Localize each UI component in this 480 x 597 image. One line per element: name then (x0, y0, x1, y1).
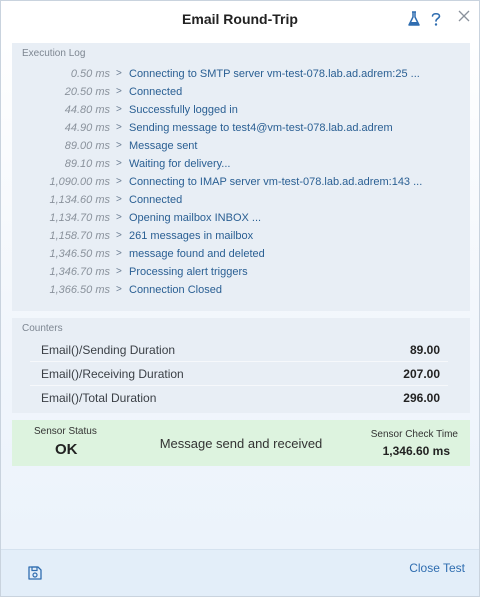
chevron-right-icon: > (116, 68, 122, 79)
log-entry: 0.50 ms > Connecting to SMTP server vm-tes… (12, 65, 470, 83)
chevron-right-icon: > (116, 122, 122, 133)
chevron-right-icon: > (116, 266, 122, 277)
log-time: 1,134.70 ms (49, 212, 110, 224)
log-message: Opening mailbox INBOX ... (129, 212, 262, 224)
log-entry: 1,158.70 ms >261 messages in mailbox (12, 227, 470, 245)
log-message: message found and deleted (129, 248, 265, 260)
log-time: 44.90 ms (64, 122, 110, 134)
log-time: 44.80 ms (64, 104, 110, 116)
chevron-right-icon: > (116, 284, 122, 295)
sensor-check-time-value: 1,346.60 ms (382, 444, 450, 458)
log-time: 1,090.00 ms (49, 176, 110, 188)
close-icon[interactable] (457, 8, 471, 24)
log-entry: 89.10 ms > Waiting for delivery... (12, 155, 470, 173)
log-entry: 20.50 ms > Connected (12, 83, 470, 101)
log-time: 89.00 ms (64, 140, 110, 152)
close-test-button[interactable]: Close Test (409, 561, 465, 575)
log-time: 1,346.70 ms (49, 266, 110, 278)
counter-label: Email()/Total Duration (41, 391, 157, 405)
log-message: Connected (129, 86, 183, 98)
log-entry: 1,090.00 ms > Connecting to IMAP server vm… (12, 173, 470, 191)
log-message: Connection Closed (129, 284, 222, 296)
log-message: Successfully logged in (129, 104, 238, 116)
log-entry: 1,134.60 ms > Connected (12, 191, 470, 209)
counter-label: Email()/Sending Duration (41, 343, 176, 357)
counter-value: 207.00 (403, 367, 440, 381)
email-roundtrip-dialog: Email Round-Trip Execution Log 0.50 ms > C… (0, 0, 480, 597)
log-message: Sending message to test4@vm-test-078.lab… (129, 122, 393, 134)
sensor-check-time-label: Sensor Check Time (370, 429, 458, 440)
log-entry: 1,366.50 ms > Connection Closed (12, 281, 470, 299)
chevron-right-icon: > (116, 86, 122, 97)
execution-log-panel: Execution Log 0.50 ms > Connecting to SMTP… (12, 43, 470, 311)
log-time: 89.10 ms (64, 158, 110, 170)
help-icon[interactable] (429, 11, 443, 27)
log-entry: 44.80 ms > Successfully logged in (12, 101, 470, 119)
save-icon[interactable] (27, 565, 43, 581)
log-message: Connecting to SMTP server vm-test-078.la… (129, 68, 420, 80)
counter-value: 89.00 (409, 343, 440, 357)
counter-row-total: Email()/Total Duration 296.00 (30, 386, 448, 410)
log-time: 1,366.50 ms (49, 284, 110, 296)
log-entry: 89.00 ms > Message sent (12, 137, 470, 155)
log-time: 0.50 ms (70, 68, 110, 80)
log-entry: 1,134.70 ms > Opening mailbox INBOX ... (12, 209, 470, 227)
log-time: 1,158.70 ms (49, 230, 110, 242)
log-message: Waiting for delivery... (129, 158, 231, 170)
log-entry: 44.90 ms > Sending message to test4@vm-tes… (12, 119, 470, 137)
log-message: Processing alert triggers (129, 266, 248, 278)
log-message: Connected (129, 194, 183, 206)
execution-log-title: Execution Log (22, 48, 86, 59)
chevron-right-icon: > (116, 176, 122, 187)
chevron-right-icon: > (116, 230, 122, 241)
chevron-right-icon: > (116, 248, 122, 259)
log-message: Connecting to IMAP server vm-test-078.la… (129, 176, 423, 188)
log-entry: 1,346.50 ms > message found and deleted (12, 245, 470, 263)
flask-icon[interactable] (407, 11, 421, 27)
log-message: Message sent (129, 140, 198, 152)
counters-title: Counters (22, 323, 63, 334)
log-time: 20.50 ms (64, 86, 110, 98)
chevron-right-icon: > (116, 104, 122, 115)
chevron-right-icon: > (116, 212, 122, 223)
sensor-status-bar: Sensor Status OK Message send and receiv… (12, 420, 470, 466)
log-time: 1,346.50 ms (49, 248, 110, 260)
log-time: 1,134.60 ms (49, 194, 110, 206)
counter-row-receiving: Email()/Receiving Duration 207.00 (30, 362, 448, 386)
dialog-footer: Close Test (1, 549, 479, 596)
chevron-right-icon: > (116, 194, 122, 205)
counter-label: Email()/Receiving Duration (41, 367, 184, 381)
chevron-right-icon: > (116, 140, 122, 151)
title-bar: Email Round-Trip (1, 1, 479, 39)
counter-value: 296.00 (403, 391, 440, 405)
log-message: 261 messages in mailbox (129, 230, 254, 242)
counters-panel: Counters Email()/Sending Duration 89.00 … (12, 318, 470, 413)
log-entry: 1,346.70 ms > Processing alert triggers (12, 263, 470, 281)
chevron-right-icon: > (116, 158, 122, 169)
counter-row-sending: Email()/Sending Duration 89.00 (30, 338, 448, 362)
